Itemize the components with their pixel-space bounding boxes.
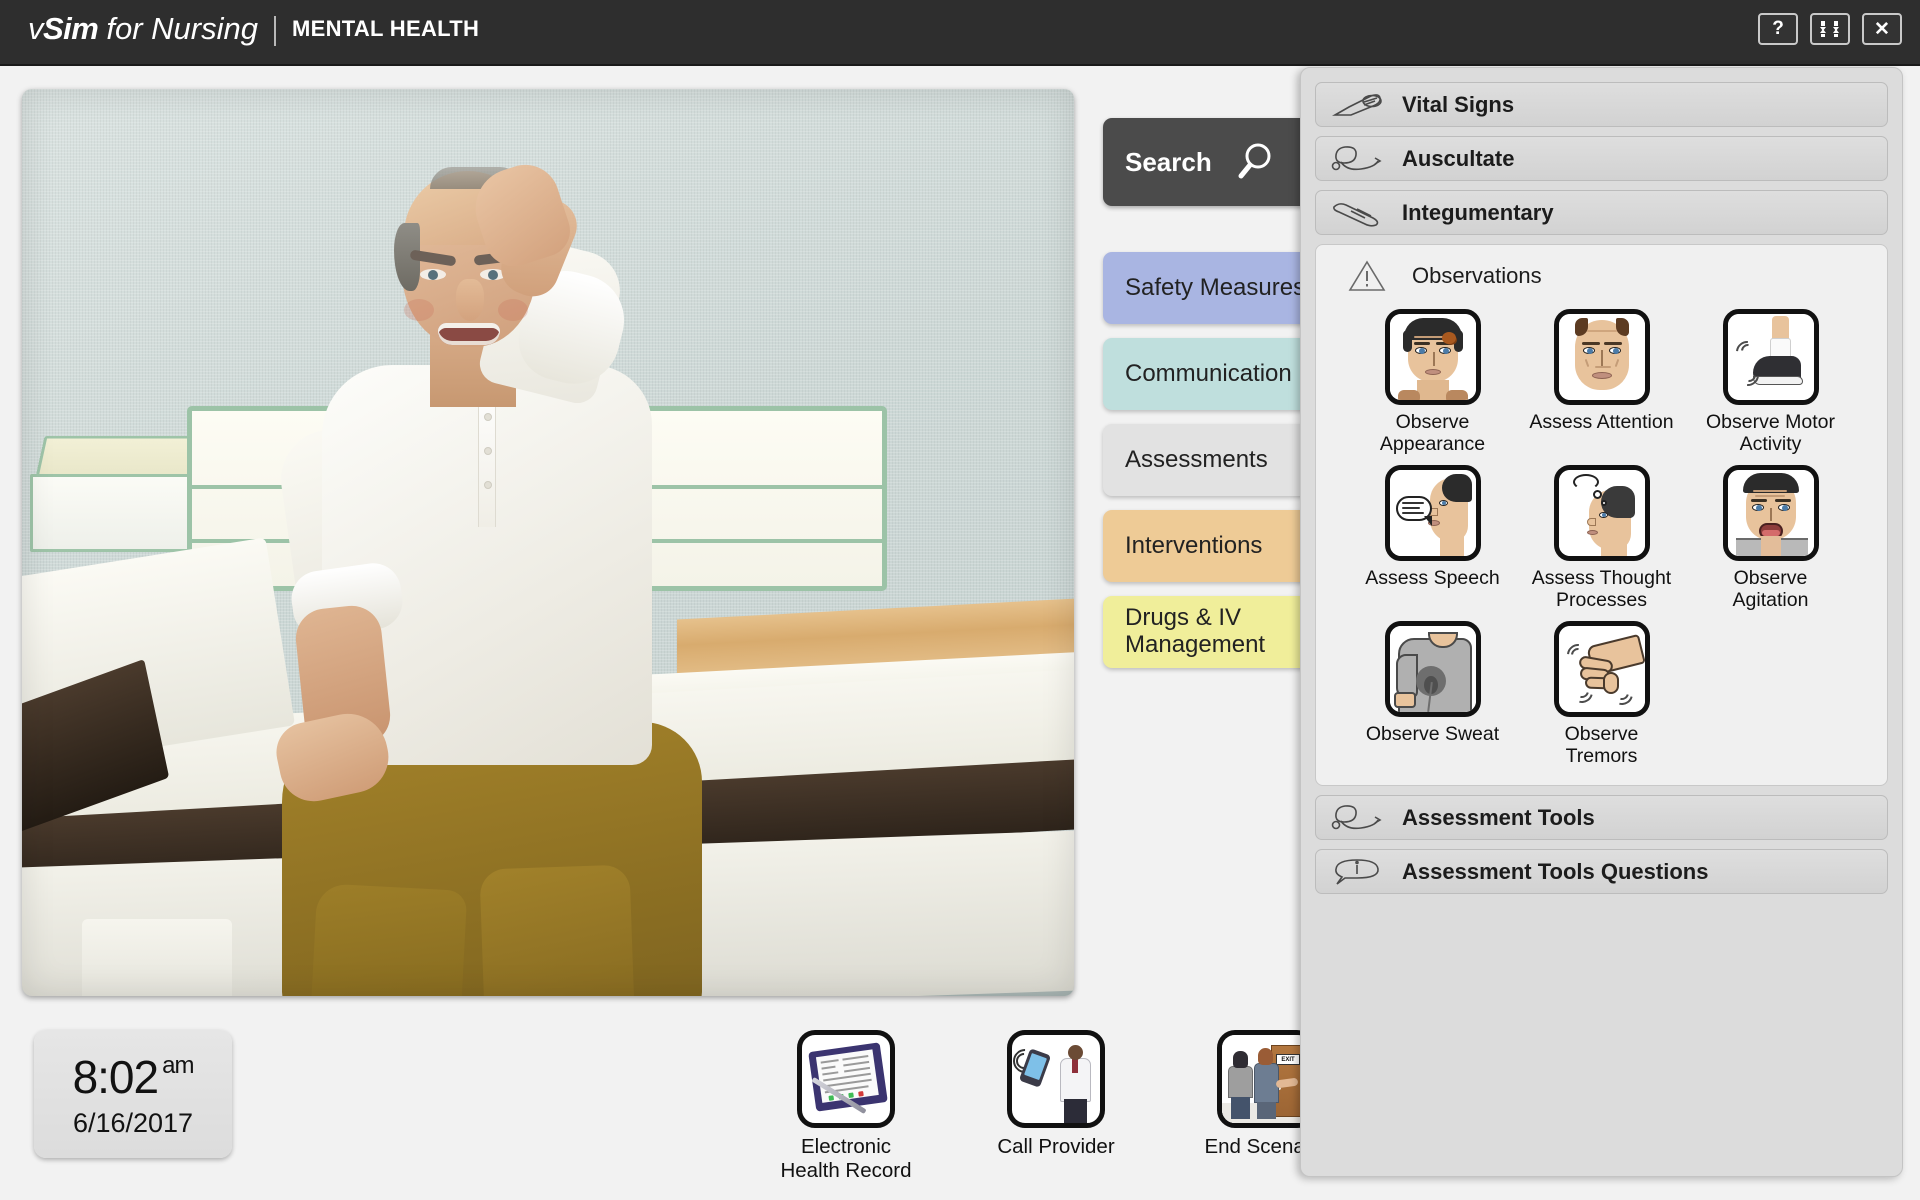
observation-label: ObserveAppearance bbox=[1380, 411, 1485, 455]
phone-doctor-icon bbox=[1007, 1030, 1105, 1128]
sidebar-item-communication[interactable]: Communication bbox=[1103, 338, 1333, 410]
observation-observe-agitation[interactable]: ObserveAgitation bbox=[1686, 465, 1855, 611]
brand-for-nursing: for Nursing bbox=[106, 11, 258, 47]
close-icon: ✕ bbox=[1874, 18, 1890, 41]
assessment-panel: Vital Signs Auscultate Integ bbox=[1300, 67, 1903, 1177]
sidebar-item-drugs-iv-management[interactable]: Drugs & IV Management bbox=[1103, 596, 1333, 668]
observation-label: Observe Sweat bbox=[1366, 723, 1499, 745]
sidebar-item-label: Safety Measures bbox=[1125, 275, 1305, 302]
clock-time: 8:02 bbox=[73, 1050, 159, 1104]
stethoscope-icon bbox=[1328, 144, 1386, 174]
thermometer-icon bbox=[1328, 91, 1386, 119]
sidebar-item-assessments[interactable]: Assessments bbox=[1103, 424, 1333, 496]
magnifier-icon bbox=[1234, 141, 1276, 183]
search-button[interactable]: Search bbox=[1103, 118, 1333, 206]
electronic-health-record-label: ElectronicHealth Record bbox=[780, 1135, 911, 1182]
observation-assess-thought-processes[interactable]: Assess ThoughtProcesses bbox=[1517, 465, 1686, 611]
brand-subtitle: MENTAL HEALTH bbox=[292, 16, 479, 42]
foot-motion-icon bbox=[1723, 309, 1819, 405]
stethoscope-icon bbox=[1328, 803, 1386, 833]
sidebar-item-label: Interventions bbox=[1125, 533, 1262, 560]
observation-label: Assess Attention bbox=[1529, 411, 1673, 433]
thought-bubble-profile-icon bbox=[1554, 465, 1650, 561]
category-sidebar: Search Safety Measures Communication Ass… bbox=[1103, 118, 1333, 668]
section-vital-signs[interactable]: Vital Signs bbox=[1315, 82, 1888, 127]
section-auscultate[interactable]: Auscultate bbox=[1315, 136, 1888, 181]
observation-label: ObserveTremors bbox=[1565, 723, 1639, 767]
observation-observe-sweat[interactable]: Observe Sweat bbox=[1348, 621, 1517, 767]
simulation-clock: 8:02 am 6/16/2017 bbox=[34, 1030, 232, 1158]
help-icon: ? bbox=[1772, 18, 1784, 40]
section-assessment-tools-questions[interactable]: Assessment Tools Questions bbox=[1315, 849, 1888, 894]
clock-ampm: am bbox=[162, 1052, 193, 1080]
section-label: Assessment Tools bbox=[1402, 805, 1595, 831]
patient-scene[interactable] bbox=[22, 89, 1074, 996]
observation-label: Assess ThoughtProcesses bbox=[1532, 567, 1671, 611]
clock-time-row: 8:02 am bbox=[73, 1050, 194, 1104]
brand-sim: Sim bbox=[43, 11, 98, 47]
close-button[interactable]: ✕ bbox=[1862, 13, 1902, 45]
sidebar-item-label: Drugs & IV Management bbox=[1125, 605, 1265, 659]
face-agitation-icon bbox=[1723, 465, 1819, 561]
panel-empty-area bbox=[1315, 903, 1888, 1143]
section-assessment-tools[interactable]: Assessment Tools bbox=[1315, 795, 1888, 840]
sidebar-item-interventions[interactable]: Interventions bbox=[1103, 510, 1333, 582]
tablet-chart-icon bbox=[797, 1030, 895, 1128]
electronic-health-record-button[interactable]: ElectronicHealth Record bbox=[770, 1030, 922, 1182]
brand-logo: vSim for Nursing MENTAL HEALTH bbox=[28, 11, 479, 47]
trembling-hand-icon bbox=[1554, 621, 1650, 717]
speech-bubble-profile-icon bbox=[1385, 465, 1481, 561]
sidebar-item-label: Communication bbox=[1125, 361, 1292, 388]
sweaty-shirt-icon bbox=[1385, 621, 1481, 717]
sidebar-item-safety-measures[interactable]: Safety Measures bbox=[1103, 252, 1333, 324]
observation-assess-speech[interactable]: Assess Speech bbox=[1348, 465, 1517, 611]
section-label: Auscultate bbox=[1402, 146, 1514, 172]
observations-grid: ObserveAppearance bbox=[1326, 297, 1877, 767]
window-controls: ? ✕ bbox=[1758, 13, 1902, 45]
clock-date: 6/16/2017 bbox=[73, 1108, 193, 1139]
search-label: Search bbox=[1125, 147, 1212, 178]
sidebar-item-label: Assessments bbox=[1125, 447, 1268, 474]
warning-triangle-icon bbox=[1338, 259, 1396, 293]
face-appearance-icon bbox=[1385, 309, 1481, 405]
fullscreen-icon bbox=[1819, 20, 1841, 38]
call-provider-label: Call Provider bbox=[997, 1135, 1114, 1159]
speech-info-icon bbox=[1328, 857, 1386, 887]
section-label: Integumentary bbox=[1402, 200, 1554, 226]
observation-label: Observe MotorActivity bbox=[1706, 411, 1835, 455]
section-integumentary[interactable]: Integumentary bbox=[1315, 190, 1888, 235]
section-label: Observations bbox=[1412, 263, 1542, 289]
observation-observe-tremors[interactable]: ObserveTremors bbox=[1517, 621, 1686, 767]
section-observations: Observations bbox=[1315, 244, 1888, 786]
observation-label: ObserveAgitation bbox=[1733, 567, 1809, 611]
brand-v: v bbox=[28, 11, 43, 47]
skin-arm-icon bbox=[1328, 199, 1386, 227]
brand-divider bbox=[274, 16, 276, 46]
observation-label: Assess Speech bbox=[1365, 567, 1499, 589]
call-provider-button[interactable]: Call Provider bbox=[980, 1030, 1132, 1182]
section-observations-header[interactable]: Observations bbox=[1326, 255, 1877, 297]
section-label: Vital Signs bbox=[1402, 92, 1514, 118]
observation-observe-appearance[interactable]: ObserveAppearance bbox=[1348, 309, 1517, 455]
face-attention-icon bbox=[1554, 309, 1650, 405]
app-header: vSim for Nursing MENTAL HEALTH ? ✕ bbox=[0, 0, 1920, 66]
observation-assess-attention[interactable]: Assess Attention bbox=[1517, 309, 1686, 455]
section-label: Assessment Tools Questions bbox=[1402, 859, 1708, 885]
bottom-action-bar: ElectronicHealth Record Call Provider EX… bbox=[770, 1030, 1342, 1182]
observation-observe-motor-activity[interactable]: Observe MotorActivity bbox=[1686, 309, 1855, 455]
help-button[interactable]: ? bbox=[1758, 13, 1798, 45]
fullscreen-button[interactable] bbox=[1810, 13, 1850, 45]
